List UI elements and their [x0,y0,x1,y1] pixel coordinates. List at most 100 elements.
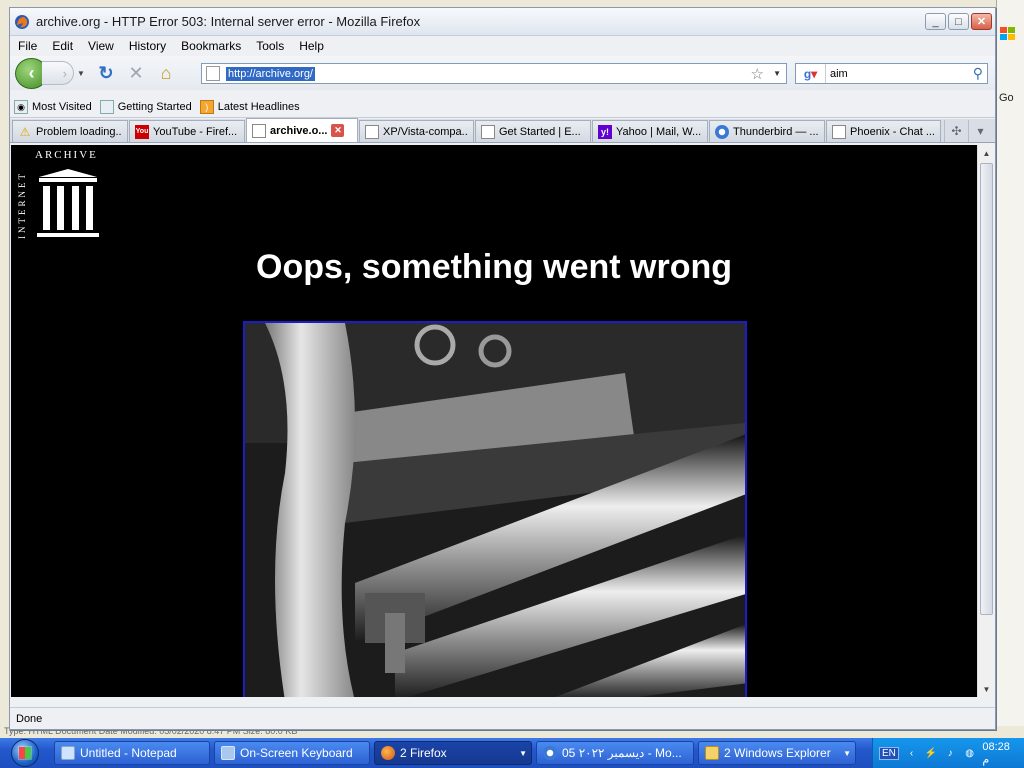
background-window-edge: Go [996,0,1024,738]
minimize-icon: _ [932,15,939,28]
search-bar[interactable]: g ▾ aim ⚲ [795,63,988,84]
tab-xp-vista[interactable]: XP/Vista-compa... [359,120,474,142]
bookmark-label: Most Visited [32,101,92,113]
page-icon [99,100,114,114]
google-icon[interactable]: g ▾ [796,64,826,83]
task-firefox-group[interactable]: 2 Firefox ▼ [374,741,532,765]
search-input[interactable]: aim [826,68,973,80]
maximize-button[interactable]: □ [948,13,969,30]
scroll-up-icon[interactable]: ▲ [978,145,995,161]
title-bar[interactable]: archive.org - HTTP Error 503: Internal s… [10,8,995,36]
menu-bar: File Edit View History Bookmarks Tools H… [10,36,995,56]
volume-icon[interactable]: ♪ [944,746,957,760]
menu-edit[interactable]: Edit [52,39,73,53]
task-label: 05 ديسمبر ٢٠٢٢ - Mo... [562,746,682,760]
tab-get-started[interactable]: Get Started | E... [475,120,591,142]
windows-orb-icon [11,739,39,767]
tab-problem-loading[interactable]: ⚠ Problem loading... [12,120,128,142]
menu-file[interactable]: File [18,39,37,53]
task-label: 2 Firefox [400,746,447,760]
tab-youtube[interactable]: You YouTube - Firef... [129,120,245,142]
page-icon [365,124,379,139]
scroll-down-icon[interactable]: ▼ [978,681,995,697]
status-text: Done [16,712,43,725]
tab-bar: ⚠ Problem loading... You YouTube - Firef… [10,118,995,143]
status-bar: Done [10,707,995,729]
logo-vertical-text: INTERNET [17,171,27,239]
folder-icon [705,746,719,760]
language-indicator[interactable]: EN [879,746,899,760]
bookmark-latest-headlines[interactable]: ) Latest Headlines [199,100,300,114]
menu-bookmarks[interactable]: Bookmarks [181,39,241,53]
tab-label: archive.o... [270,124,328,137]
notepad-icon [61,746,75,760]
archive-building-icon [37,169,99,237]
task-on-screen-keyboard[interactable]: On-Screen Keyboard [214,741,370,765]
ie-icon [543,746,557,760]
firefox-icon [15,14,29,29]
taskbar: Untitled - Notepad On-Screen Keyboard 2 … [0,738,1024,768]
forward-button[interactable]: › [42,61,74,85]
windows-flag-icon [1000,27,1015,40]
youtube-icon: You [135,124,149,139]
home-icon[interactable]: ⌂ [153,60,179,86]
back-arrow-icon: ‹ [28,62,35,83]
task-label: Untitled - Notepad [80,746,177,760]
scrollbar-thumb[interactable] [980,163,993,615]
minimize-button[interactable]: _ [925,13,946,30]
list-all-tabs-icon[interactable]: ▾ [968,120,992,142]
history-dropdown-icon[interactable]: ▼ [77,69,89,78]
warning-icon: ⚠ [19,124,31,139]
tab-phoenix[interactable]: Phoenix - Chat ... [826,120,941,142]
safely-remove-icon[interactable]: ⚡ [924,746,937,760]
stop-icon[interactable]: ✕ [123,60,149,86]
menu-help[interactable]: Help [299,39,324,53]
tab-thunderbird[interactable]: Thunderbird — ... [709,120,825,142]
tab-close-icon[interactable]: ✕ [331,124,345,137]
reload-icon[interactable]: ↻ [93,60,119,86]
search-icon[interactable]: ⚲ [973,65,983,82]
bookmark-star-icon[interactable]: ☆ [751,65,764,83]
page-icon [252,123,266,138]
page-icon [206,66,220,81]
tab-archive[interactable]: archive.o... ✕ [246,118,358,142]
internet-archive-logo[interactable]: INTERNET ARCHIVE [15,149,115,239]
vertical-scrollbar[interactable]: ▲ ▼ [977,145,995,697]
bookmark-label: Latest Headlines [217,101,300,113]
system-tray: EN ‹ ⚡ ♪ ◍ 08:28 م [872,738,1024,768]
tab-label: Yahoo | Mail, W... [616,125,702,138]
window-title: archive.org - HTTP Error 503: Internal s… [36,14,421,29]
yahoo-icon: y! [598,124,612,139]
url-dropdown-icon[interactable]: ▼ [773,69,781,78]
chevron-down-icon: ▼ [519,748,527,758]
new-tab-icon[interactable]: ✣ [944,120,968,142]
rollers-image [245,323,745,697]
url-text[interactable]: http://archive.org/ [226,66,315,81]
bookmark-most-visited[interactable]: ◉ Most Visited [14,100,92,114]
close-button[interactable]: ✕ [971,13,992,30]
background-go-label: Go [999,92,1014,104]
network-icon[interactable]: ◍ [963,746,976,760]
task-internet-explorer[interactable]: 05 ديسمبر ٢٠٢٢ - Mo... [536,741,694,765]
tray-expand-icon[interactable]: ‹ [905,746,918,760]
tab-label: Thunderbird — ... [733,125,819,138]
machinery-photo [243,321,747,697]
maximize-icon: □ [955,15,962,28]
url-bar[interactable]: http://archive.org/ ☆ ▼ [201,63,787,84]
keyboard-icon [221,746,235,760]
page-content: INTERNET ARCHIVE Oops, something went wr… [11,145,977,697]
menu-view[interactable]: View [88,39,114,53]
chevron-down-icon: ▼ [843,748,851,758]
logo-horizontal-text: ARCHIVE [35,149,98,161]
tab-label: YouTube - Firef... [153,125,238,138]
task-notepad[interactable]: Untitled - Notepad [54,741,210,765]
task-windows-explorer-group[interactable]: 2 Windows Explorer ▼ [698,741,856,765]
tab-yahoo[interactable]: y! Yahoo | Mail, W... [592,120,708,142]
menu-history[interactable]: History [129,39,166,53]
forward-arrow-icon: › [62,65,67,81]
bookmark-getting-started[interactable]: Getting Started [99,100,192,114]
start-button[interactable] [0,738,50,768]
tab-label: Phoenix - Chat ... [850,125,935,138]
menu-tools[interactable]: Tools [256,39,284,53]
clock[interactable]: 08:28 م [982,741,1018,766]
